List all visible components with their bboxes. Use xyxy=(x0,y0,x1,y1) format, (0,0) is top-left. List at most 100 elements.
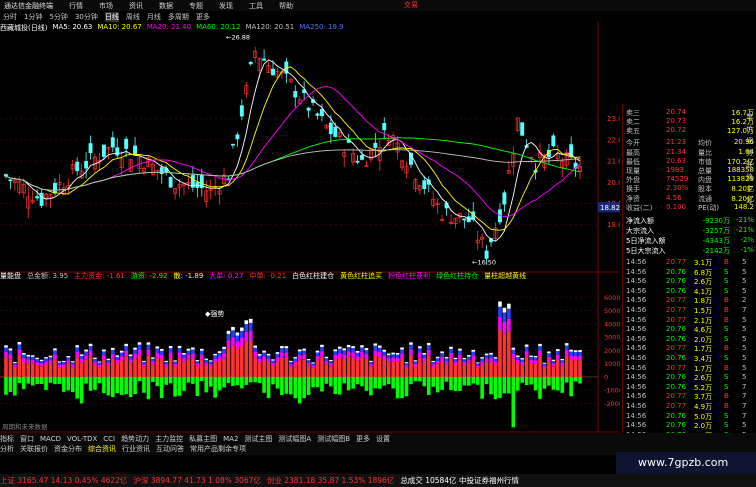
period-tab[interactable]: 月线 xyxy=(147,12,161,22)
menu-item-news[interactable]: 资讯 xyxy=(129,1,143,11)
period-tab[interactable]: 1分钟 xyxy=(24,12,42,22)
period-tab[interactable]: 多周期 xyxy=(168,12,189,22)
candle-body xyxy=(484,250,489,259)
indicator-bar-negative xyxy=(355,376,360,385)
indicator-tab[interactable]: 测试幅图A xyxy=(278,434,311,444)
indicator-bar-segment xyxy=(244,341,249,377)
period-tab[interactable]: 5分钟 xyxy=(49,12,67,22)
indicator-bar-segment xyxy=(458,350,462,355)
indicator-bar-segment xyxy=(137,344,142,350)
period-tab[interactable]: 30分钟 xyxy=(75,12,98,22)
menu-item-discover[interactable]: 发现 xyxy=(219,1,233,11)
info-tab[interactable]: 关联报价 xyxy=(20,444,48,454)
menu-item-tools[interactable]: 工具 xyxy=(249,1,263,11)
indicator-tab[interactable]: 主力监控 xyxy=(155,434,183,444)
indicator-bar-segment xyxy=(538,346,542,351)
info-tab[interactable]: 互动问答 xyxy=(156,444,184,454)
indicator-bar-segment xyxy=(564,350,569,356)
indicator-bar-segment xyxy=(53,348,57,351)
indicator-tab[interactable]: 测试主图 xyxy=(244,434,272,444)
indicator-bar-segment xyxy=(39,363,44,367)
indicator-bar-segment xyxy=(458,348,462,351)
period-tab[interactable]: 更多 xyxy=(196,12,210,22)
status-sh[interactable]: 上证 3165.47 14.13 0.45% 4622亿 xyxy=(0,475,127,486)
indicator-tab[interactable]: CCI xyxy=(103,435,115,443)
indicator-tab[interactable]: 指标 xyxy=(0,434,14,444)
indicator-bar-segment xyxy=(507,331,511,377)
indicator-bar-segment xyxy=(542,363,547,366)
indicator-bar-segment xyxy=(533,363,538,377)
side-tab[interactable]: 笔 xyxy=(746,112,753,122)
side-tab[interactable]: 主 xyxy=(746,184,753,194)
indicator-bar-negative xyxy=(369,376,373,396)
info-tab[interactable]: 资金分布 xyxy=(54,444,82,454)
indicator-bar-segment xyxy=(146,344,151,350)
menu-item-help[interactable]: 帮助 xyxy=(279,1,293,11)
side-tab[interactable]: 筹 xyxy=(746,196,753,206)
indicator-bar-segment xyxy=(102,349,106,352)
period-tab[interactable]: 分时 xyxy=(3,12,17,22)
indicator-bar-segment xyxy=(204,365,209,377)
candle-body xyxy=(231,143,235,146)
indicator-bar-negative xyxy=(311,376,315,388)
indicator-tab[interactable]: 更多 xyxy=(356,434,370,444)
indicator-bar-segment xyxy=(524,356,529,377)
indicator-bar-segment xyxy=(177,348,182,353)
period-tab[interactable]: 周线 xyxy=(126,12,140,22)
indicator-bar-segment xyxy=(324,356,329,359)
info-tab[interactable]: 综合资讯 xyxy=(88,444,116,454)
indicator-bar-segment xyxy=(22,353,26,355)
tick-price: 20.77 xyxy=(666,344,687,353)
side-tab[interactable]: 价 xyxy=(746,124,753,134)
indicator-bar-segment xyxy=(306,362,311,366)
menu-item-data[interactable]: 数据 xyxy=(159,1,173,11)
indicator-tab[interactable]: 测试幅图B xyxy=(317,434,350,444)
side-tab[interactable]: 势 xyxy=(746,148,753,158)
info-tab[interactable]: 分析 xyxy=(0,444,14,454)
side-tab[interactable]: 联 xyxy=(746,160,753,170)
indicator-bar-negative xyxy=(213,376,217,398)
indicator-bar-segment xyxy=(458,359,462,377)
side-tab[interactable]: 细 xyxy=(746,136,753,146)
indicator-bar-segment xyxy=(70,362,75,365)
indicator-bar-segment xyxy=(266,353,271,356)
indicator-bar-negative xyxy=(453,376,458,391)
tick-price: 20.76 xyxy=(666,334,687,343)
menu-item-topic[interactable]: 专题 xyxy=(189,1,203,11)
indicator-tab[interactable]: MA2 xyxy=(223,435,238,443)
trade-button[interactable]: 交易 xyxy=(404,0,418,10)
indicator-tab[interactable]: 趋势动力 xyxy=(121,434,149,444)
info-tab[interactable]: 行业资讯 xyxy=(122,444,150,454)
indicator-tab[interactable]: 设置 xyxy=(376,434,390,444)
indicator-bar-segment xyxy=(284,346,289,349)
indicator-bar-segment xyxy=(257,355,262,359)
status-cy[interactable]: 创业 2381.18 35.87 1.53% 1896亿 xyxy=(267,475,394,486)
kline-chart[interactable]: 23.0022.0021.0020.0019.0018.0018.8260000… xyxy=(0,22,620,442)
status-extra: 总成交 10584亿 中投证券福州行情 xyxy=(400,476,519,485)
indicator-tab[interactable]: 私募主图 xyxy=(189,434,217,444)
indicator-bar-negative xyxy=(520,376,524,383)
info-tab[interactable]: 常用产品剩余专项 xyxy=(190,444,246,454)
menu-item-exchange[interactable]: 市场 xyxy=(99,1,113,11)
period-tab[interactable]: 日线 xyxy=(104,11,119,22)
indicator-bar-segment xyxy=(204,358,209,360)
indicator-bar-segment xyxy=(142,361,146,365)
indicator-tab[interactable]: 窗口 xyxy=(20,434,34,444)
indicator-bar-segment xyxy=(560,362,565,366)
indicator-tab[interactable]: VOL-TDX xyxy=(67,435,97,443)
indicator-bar-negative xyxy=(159,376,164,398)
status-hs[interactable]: 沪深 3894.77 41.73 1.08% 3067亿 xyxy=(133,475,260,486)
flow-value: -4343万 xyxy=(702,237,730,245)
indicator-bar-segment xyxy=(240,346,244,377)
tick-count: 5 xyxy=(742,421,747,430)
indicator-bar-negative xyxy=(293,376,298,399)
quote-price: 20.73 xyxy=(666,117,687,126)
indicator-bar-negative xyxy=(48,376,53,383)
indicator-tab[interactable]: MACD xyxy=(40,435,61,443)
indicator-bar-segment xyxy=(529,359,533,364)
side-tab[interactable]: 值 xyxy=(746,172,753,182)
indicator-bar-negative xyxy=(231,376,235,386)
menu-item-market[interactable]: 行情 xyxy=(69,1,83,11)
tick-row: 14:56 20.77 3.1万 B 5 xyxy=(626,258,754,267)
price-axis-tick: 21.00 xyxy=(607,158,620,166)
